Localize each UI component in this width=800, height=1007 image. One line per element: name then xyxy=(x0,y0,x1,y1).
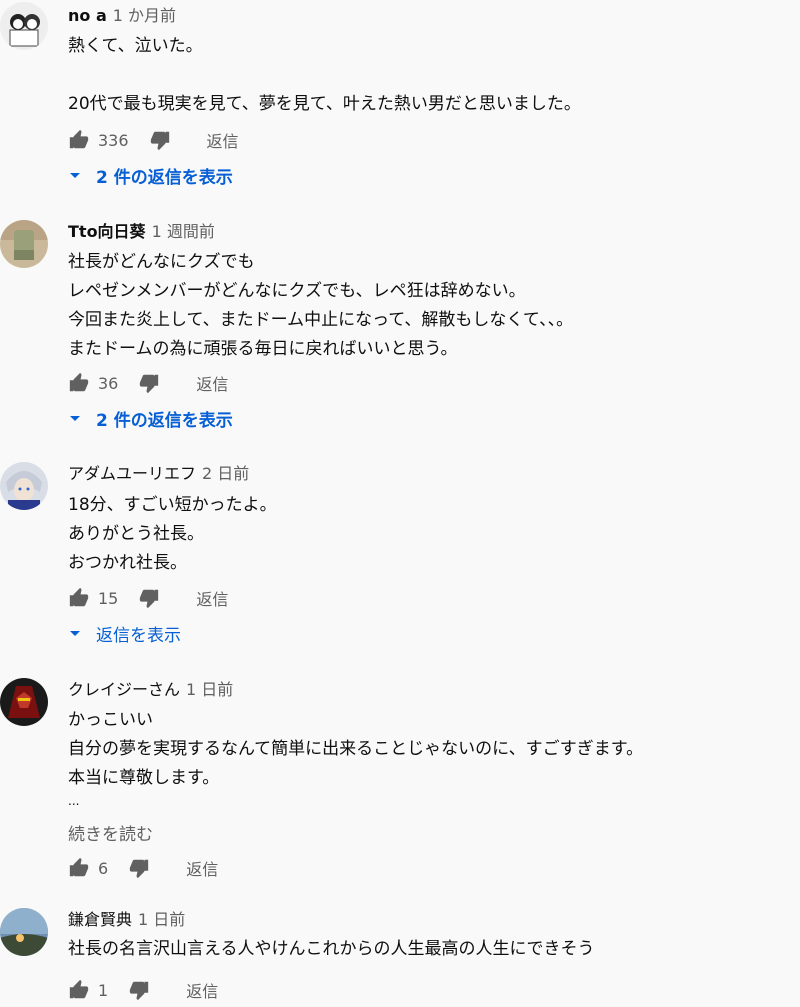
reply-button[interactable]: 返信 xyxy=(186,856,218,880)
comment-header: アダムユーリエフ 2 日前 xyxy=(68,462,249,486)
author-name[interactable]: 鎌倉賢典 xyxy=(68,910,132,929)
caret-down-icon xyxy=(70,173,80,178)
view-replies-label: 2 件の返信を表示 xyxy=(96,410,233,431)
comment-text: 18分、すごい短かったよ。 ありがとう社長。 おつかれ社長。 xyxy=(68,491,277,578)
view-replies-button[interactable]: 2 件の返信を表示 xyxy=(68,163,233,188)
comment-text: 社長の名言沢山言える人やけんこれからの人生最高の人生にできそう xyxy=(68,935,595,964)
avatar[interactable] xyxy=(0,2,48,50)
caret-down-icon xyxy=(70,416,80,421)
comment-text: 社長がどんなにクズでも レペゼンメンバーがどんなにクズでも、レペ狂は辞めない。 … xyxy=(68,248,573,364)
author-name[interactable]: クレイジーさん xyxy=(68,680,180,699)
reply-button[interactable]: 返信 xyxy=(196,586,228,610)
thumb-down-icon[interactable] xyxy=(138,587,160,609)
comment-thread: アダムユーリエフ 2 日前 18分、すごい短かったよ。 ありがとう社長。 おつかれ… xyxy=(0,460,800,660)
view-replies-label: 返信を表示 xyxy=(96,625,181,646)
comment-line: 20代で最も現実を見て、夢を見て、叶えた熱い男だと思いました。 xyxy=(68,94,581,114)
comment-line: 社長がどんなにクズでも xyxy=(68,252,255,272)
comment-line: 今回また炎上して、またドーム中止になって、解散もしなくて、、。 xyxy=(68,310,574,330)
comment-line: 18分、すごい短かったよ。 xyxy=(68,495,277,515)
thumb-up-icon[interactable] xyxy=(68,129,90,151)
view-replies-button[interactable]: 2 件の返信を表示 xyxy=(68,406,233,431)
comment-line: おつかれ社長。 xyxy=(68,553,187,573)
comment-line: 本当に尊敬します。 xyxy=(68,768,220,788)
comment-thread: Tto向日葵 1 週間前 社長がどんなにクズでも レペゼンメンバーがどんなにクズで… xyxy=(0,216,800,446)
comment-thread: no a 1 か月前 熱くて、泣いた。 20代で最も現実を見て、夢を見て、叶えた熱… xyxy=(0,0,800,200)
comment-toolbar: 15 返信 xyxy=(68,586,228,610)
avatar[interactable] xyxy=(0,908,48,956)
comment-header: クレイジーさん 1 日前 xyxy=(68,678,233,702)
read-more-button[interactable]: 続きを読む xyxy=(68,820,153,845)
like-count: 336 xyxy=(98,130,129,150)
thumb-up-icon[interactable] xyxy=(68,979,90,1001)
comment-toolbar: 1 返信 xyxy=(68,978,218,1002)
comment-time[interactable]: 1 週間前 xyxy=(152,222,215,241)
comment-thread: 鎌倉賢典 1 日前 社長の名言沢山言える人やけんこれからの人生最高の人生にできそう… xyxy=(0,906,800,1007)
thumb-down-icon[interactable] xyxy=(138,372,160,394)
reply-button[interactable]: 返信 xyxy=(186,978,218,1002)
avatar[interactable] xyxy=(0,220,48,268)
thumb-down-icon[interactable] xyxy=(149,129,171,151)
reply-button[interactable]: 返信 xyxy=(196,371,228,395)
thumb-up-icon[interactable] xyxy=(68,857,90,879)
thumb-down-icon[interactable] xyxy=(128,857,150,879)
comment-line: ありがとう社長。 xyxy=(68,524,204,544)
avatar[interactable] xyxy=(0,678,48,726)
comment-thread: クレイジーさん 1 日前 かっこいい 自分の夢を実現するなんて簡単に出来ることじゃ… xyxy=(0,676,800,886)
caret-down-icon xyxy=(70,631,80,636)
comment-ellipsis: ... xyxy=(68,794,80,808)
comment-line: レペゼンメンバーがどんなにクズでも、レペ狂は辞めない。 xyxy=(68,281,526,301)
thumb-up-icon[interactable] xyxy=(68,587,90,609)
thumb-up-icon[interactable] xyxy=(68,372,90,394)
comment-line: 社長の名言沢山言える人やけんこれからの人生最高の人生にできそう xyxy=(68,939,595,959)
comment-line: かっこいい xyxy=(68,710,153,730)
comment-header: no a 1 か月前 xyxy=(68,4,176,28)
comment-header: Tto向日葵 1 週間前 xyxy=(68,220,215,244)
comment-time[interactable]: 1 か月前 xyxy=(113,6,176,25)
thumb-down-icon[interactable] xyxy=(128,979,150,1001)
comment-header: 鎌倉賢典 1 日前 xyxy=(68,908,185,932)
like-count: 1 xyxy=(98,980,109,1000)
reply-button[interactable]: 返信 xyxy=(207,128,239,152)
view-replies-label: 2 件の返信を表示 xyxy=(96,167,233,188)
avatar[interactable] xyxy=(0,462,48,510)
comment-line: 自分の夢を実現するなんて簡単に出来ることじゃないのに、すごすぎます。 xyxy=(68,739,644,759)
comment-toolbar: 36 返信 xyxy=(68,371,228,395)
comment-line xyxy=(68,61,581,90)
comment-time[interactable]: 1 日前 xyxy=(138,910,185,929)
comment-time[interactable]: 1 日前 xyxy=(186,680,233,699)
like-count: 15 xyxy=(98,588,119,608)
comment-toolbar: 336 返信 xyxy=(68,128,239,152)
comment-line: またドームの為に頑張る毎日に戻ればいいと思う。 xyxy=(68,339,458,359)
author-name[interactable]: no a xyxy=(68,6,107,25)
comment-text: 熱くて、泣いた。 20代で最も現実を見て、夢を見て、叶えた熱い男だと思いました。 xyxy=(68,32,581,119)
comment-time[interactable]: 2 日前 xyxy=(202,464,249,483)
like-count: 6 xyxy=(98,858,109,878)
author-name[interactable]: Tto向日葵 xyxy=(68,222,146,241)
view-replies-button[interactable]: 返信を表示 xyxy=(68,621,181,646)
comment-text: かっこいい 自分の夢を実現するなんて簡単に出来ることじゃないのに、すごすぎます。… xyxy=(68,706,643,793)
like-count: 36 xyxy=(98,373,119,393)
comment-line: 熱くて、泣いた。 xyxy=(68,36,203,56)
comment-toolbar: 6 返信 xyxy=(68,856,218,880)
author-name[interactable]: アダムユーリエフ xyxy=(68,464,196,483)
